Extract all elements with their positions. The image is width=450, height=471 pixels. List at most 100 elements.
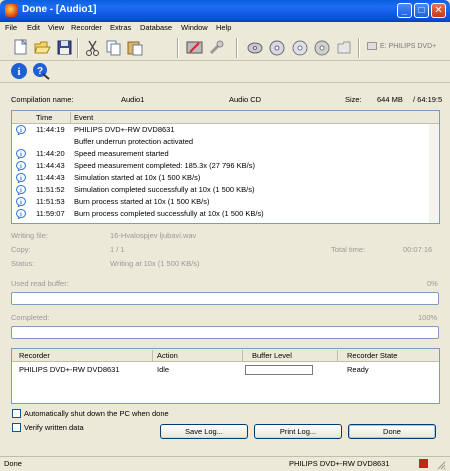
event-log-scrollbar[interactable] — [429, 124, 439, 223]
menu-extras[interactable]: Extras — [110, 23, 131, 32]
nero-app-icon[interactable] — [5, 4, 18, 17]
completed-percent: 100% — [418, 313, 438, 322]
list-item[interactable]: Buffer underrun protection activated — [12, 137, 439, 147]
drive-icon — [367, 42, 377, 51]
verify-data-checkbox[interactable] — [12, 423, 21, 432]
secondary-toolbar: i ? — [0, 61, 450, 83]
log-event: Burn process completed successfully at 1… — [74, 209, 264, 218]
menu-window[interactable]: Window — [181, 23, 208, 32]
log-event: PHILIPS DVD+-RW DVD8631 — [74, 125, 175, 134]
disc-info-icon[interactable] — [268, 38, 287, 57]
auto-shutdown-label[interactable]: Automatically shut down the PC when done — [24, 409, 169, 418]
writing-file-value: 16-Hvalospjev ljubavi.wav — [110, 231, 197, 240]
burn-status-icon — [419, 459, 428, 468]
column-event[interactable]: Event — [74, 113, 93, 122]
list-item[interactable]: i 11:44:43 Simulation started at 10x (1 50… — [12, 173, 439, 185]
copy-value: 1 / 1 — [110, 245, 125, 254]
list-item[interactable]: i 11:44:19 PHILIPS DVD+-RW DVD8631 — [12, 125, 439, 137]
copy-disc-icon[interactable] — [246, 38, 265, 57]
copy-label: Copy: — [11, 245, 31, 254]
compilation-type-value: Audio CD — [229, 95, 262, 104]
svg-text:i: i — [17, 66, 20, 78]
drive-selector-label: E: PHILIPS DVD+ — [380, 43, 437, 50]
svg-text:?: ? — [37, 66, 43, 77]
used-read-buffer-label: Used read buffer: — [11, 279, 69, 288]
size-value: 644 MB — [377, 95, 403, 104]
print-log-button[interactable]: Print Log... — [254, 424, 342, 439]
log-event: Speed measurement started — [74, 149, 169, 158]
info-icon: i — [16, 173, 26, 185]
folder-browse-icon[interactable] — [336, 38, 355, 57]
duration-value: / 64:19:5 — [413, 95, 443, 104]
maximize-button[interactable]: □ — [414, 3, 429, 18]
menu-edit[interactable]: Edit — [27, 23, 40, 32]
log-event: Speed measurement completed: 185.3x (27 … — [74, 161, 255, 170]
column-recorder[interactable]: Recorder — [19, 351, 50, 360]
log-event: Simulation completed successfully at 10x… — [74, 185, 255, 194]
save-log-button[interactable]: Save Log... — [160, 424, 248, 439]
menu-bar: File Edit View Recorder Extras Database … — [0, 22, 450, 35]
burn-image-icon[interactable] — [207, 38, 226, 57]
recorder-table[interactable]: Recorder Action Buffer Level Recorder St… — [11, 348, 440, 404]
auto-shutdown-checkbox[interactable] — [12, 409, 21, 418]
list-item[interactable]: i 11:59:07 Burn process completed successf… — [12, 209, 439, 221]
writing-file-label: Writing file: — [11, 231, 48, 240]
burn-compilation-icon[interactable] — [185, 38, 204, 57]
save-disk-icon[interactable] — [55, 38, 74, 57]
resize-grip-icon[interactable] — [436, 460, 446, 470]
erase-disc-icon[interactable] — [290, 38, 309, 57]
menu-file[interactable]: File — [5, 23, 17, 32]
total-time-label: Total time: — [331, 245, 366, 254]
buffer-level-bar — [245, 365, 313, 375]
read-buffer-progress — [11, 292, 439, 305]
status-bar-recorder: PHILIPS DVD+-RW DVD8631 — [289, 459, 390, 468]
done-button[interactable]: Done — [348, 424, 436, 439]
status-bar: Done PHILIPS DVD+-RW DVD8631 — [0, 456, 450, 471]
open-folder-icon[interactable] — [33, 38, 52, 57]
list-item[interactable]: i 11:44:20 Speed measurement started — [12, 149, 439, 161]
column-divider[interactable] — [70, 112, 71, 123]
title-bar[interactable]: Done - [Audio1] _ □ ✕ — [0, 0, 450, 22]
event-log[interactable]: Time Event i 11:44:19 PHILIPS DVD+-RW DVD8… — [11, 110, 440, 224]
close-button[interactable]: ✕ — [431, 3, 446, 18]
column-time[interactable]: Time — [36, 113, 52, 122]
menu-database[interactable]: Database — [140, 23, 172, 32]
info-icon: i — [16, 185, 26, 197]
log-time: 11:44:43 — [36, 173, 65, 182]
column-buffer-level[interactable]: Buffer Level — [252, 351, 292, 360]
paste-icon[interactable] — [125, 38, 144, 57]
log-event: Burn process started at 10x (1 500 KB/s) — [74, 197, 210, 206]
window-title: Done - [Audio1] — [22, 4, 97, 15]
new-document-icon[interactable] — [11, 38, 30, 57]
column-divider[interactable] — [242, 350, 243, 361]
toolbar-separator — [177, 38, 179, 58]
recorder-name: PHILIPS DVD+-RW DVD8631 — [19, 365, 120, 374]
menu-recorder[interactable]: Recorder — [71, 23, 102, 32]
log-time: 11:51:52 — [36, 185, 65, 194]
info-icon: i — [16, 209, 26, 221]
drive-selector[interactable]: E: PHILIPS DVD+ — [367, 39, 447, 55]
about-info-icon[interactable]: i — [10, 62, 29, 81]
size-label: Size: — [345, 95, 362, 104]
status-value: Writing at 10x (1 500 KB/s) — [110, 259, 200, 268]
log-time: 11:44:19 — [36, 125, 65, 134]
column-divider[interactable] — [337, 350, 338, 361]
verify-data-label[interactable]: Verify written data — [24, 423, 84, 432]
cut-scissors-icon[interactable] — [83, 38, 102, 57]
column-recorder-state[interactable]: Recorder State — [347, 351, 397, 360]
menu-help[interactable]: Help — [216, 23, 231, 32]
menu-view[interactable]: View — [48, 23, 64, 32]
help-question-icon[interactable]: ? — [32, 62, 51, 81]
column-action[interactable]: Action — [157, 351, 178, 360]
log-time: 11:59:07 — [36, 209, 65, 218]
list-item[interactable]: i 11:51:53 Burn process started at 10x (1 … — [12, 197, 439, 209]
eject-disc-icon[interactable] — [313, 38, 332, 57]
info-icon: i — [16, 197, 26, 209]
list-item[interactable]: i 11:51:52 Simulation completed successful… — [12, 185, 439, 197]
column-divider[interactable] — [152, 350, 153, 361]
minimize-button[interactable]: _ — [397, 3, 412, 18]
log-time: 11:44:20 — [36, 149, 65, 158]
copy-icon[interactable] — [104, 38, 123, 57]
compilation-name-value: Audio1 — [121, 95, 145, 104]
list-item[interactable]: i 11:44:43 Speed measurement completed: 18… — [12, 161, 439, 173]
